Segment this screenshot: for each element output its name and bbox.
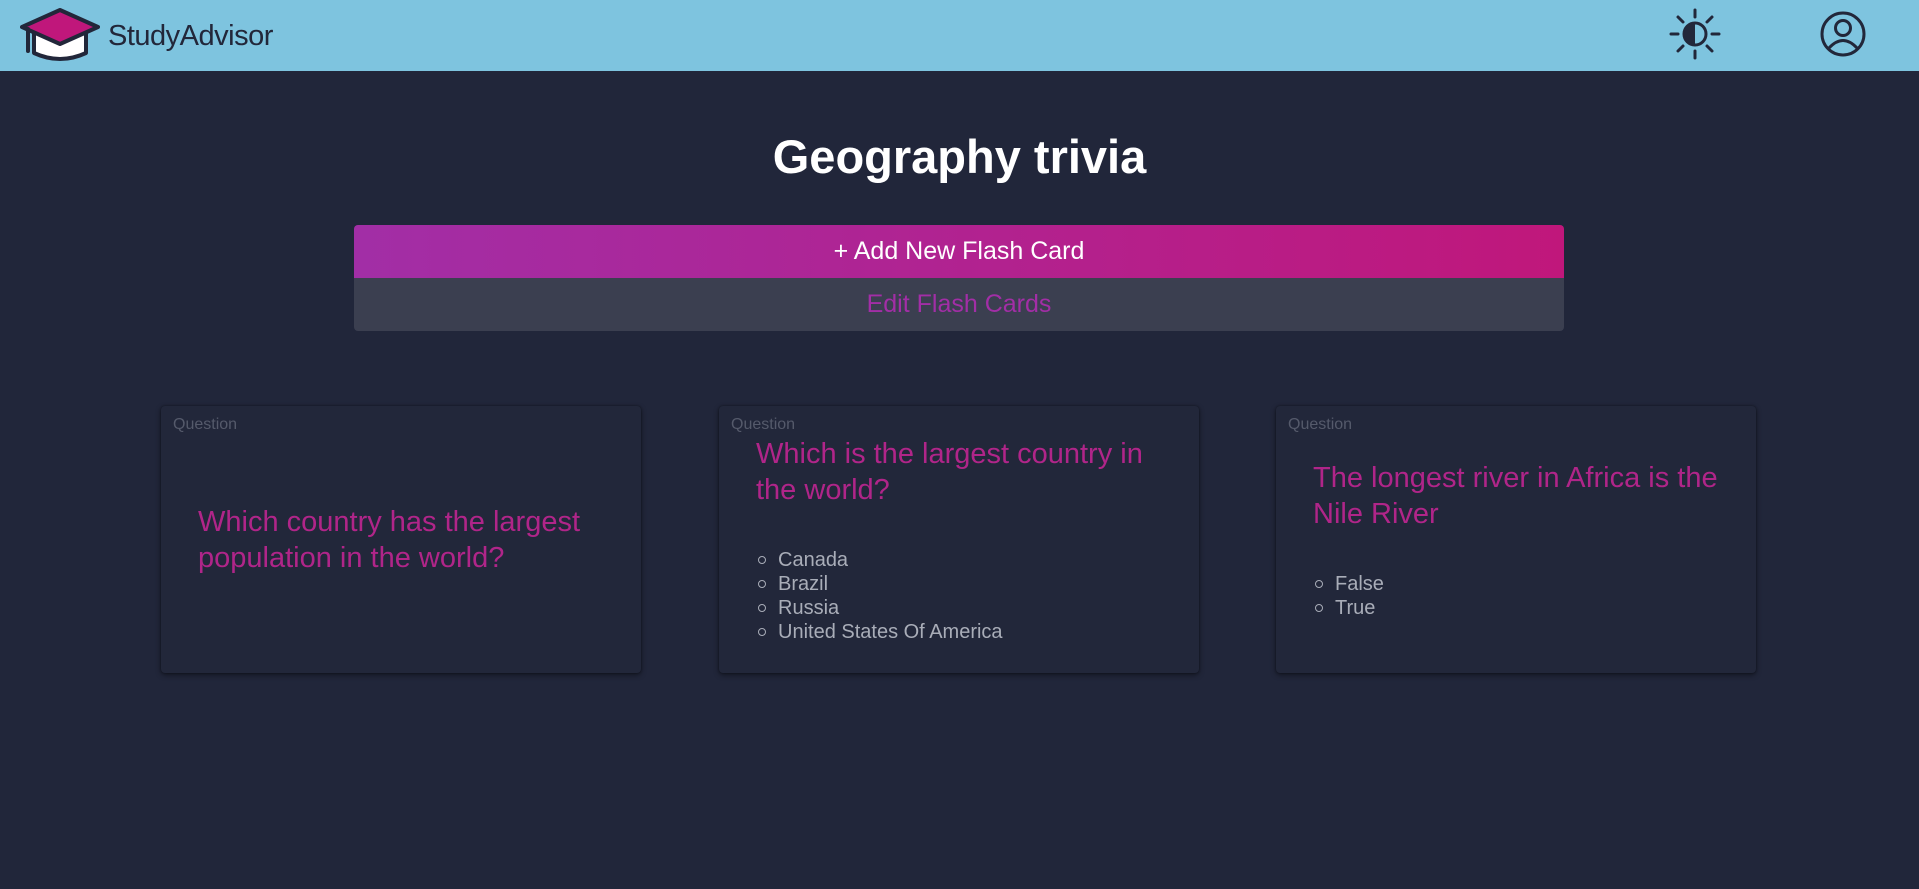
answer-options-list: False True <box>1313 572 1734 620</box>
flash-card[interactable]: Question Which country has the largest p… <box>161 406 641 673</box>
edit-flash-cards-button[interactable]: Edit Flash Cards <box>354 278 1564 331</box>
answer-option: True <box>1313 596 1734 620</box>
answer-option: Canada <box>756 548 1177 572</box>
brand-home-link[interactable]: StudyAdvisor <box>20 7 273 65</box>
flash-card[interactable]: Question Which is the largest country in… <box>719 406 1199 673</box>
flash-card[interactable]: Question The longest river in Africa is … <box>1276 406 1756 673</box>
user-circle-icon[interactable] <box>1818 9 1868 59</box>
answer-option: United States Of America <box>756 620 1177 644</box>
answer-option: Brazil <box>756 572 1177 596</box>
card-body: Which is the largest country in the worl… <box>756 406 1177 673</box>
add-flash-card-button[interactable]: + Add New Flash Card <box>354 225 1564 278</box>
contrast-sun-icon[interactable] <box>1669 8 1721 60</box>
answer-option: Russia <box>756 596 1177 620</box>
card-body: The longest river in Africa is the Nile … <box>1313 406 1734 673</box>
graduation-cap-icon <box>20 8 100 61</box>
card-question: The longest river in Africa is the Nile … <box>1313 461 1718 530</box>
card-question: Which country has the largest population… <box>198 505 581 574</box>
answer-option: False <box>1313 572 1734 596</box>
top-navigation-bar: StudyAdvisor <box>0 0 1919 71</box>
card-question: Which is the largest country in the worl… <box>756 437 1143 506</box>
card-body: Which country has the largest population… <box>198 406 619 673</box>
page-title: Geography trivia <box>772 130 1147 183</box>
answer-options-list: Canada Brazil Russia United States Of Am… <box>756 548 1177 644</box>
brand-name: StudyAdvisor <box>108 19 273 52</box>
